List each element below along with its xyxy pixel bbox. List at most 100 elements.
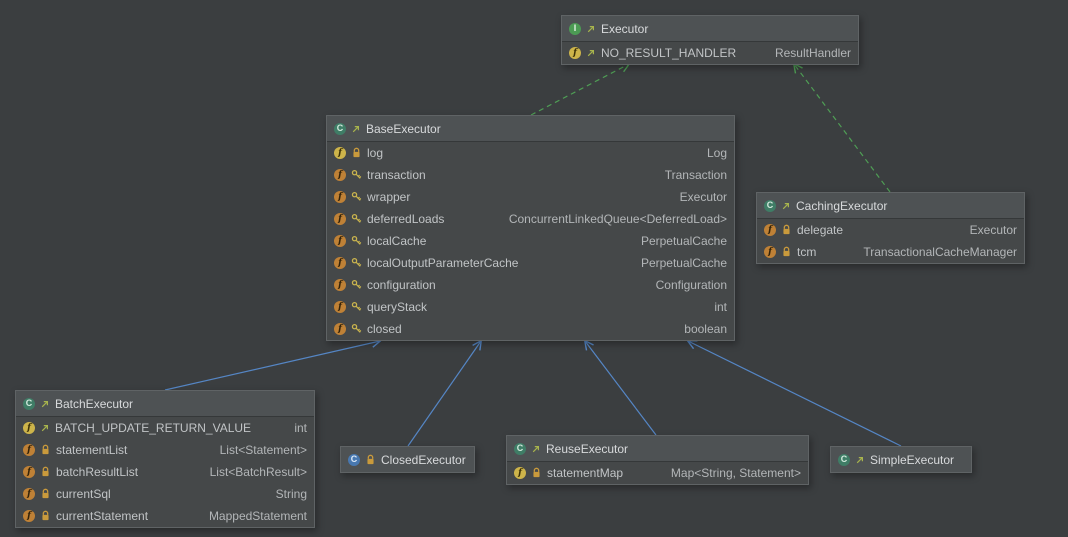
key-icon [351,213,362,225]
lock-icon [531,467,542,479]
field-name: delegate [797,223,844,237]
class-node-simpleexecutor[interactable]: C SimpleExecutor [830,446,972,473]
class-title: Executor [601,21,649,36]
static-field-icon: f [569,47,581,59]
lock-icon [365,454,376,466]
class-icon: C [23,397,35,410]
class-title: ReuseExecutor [546,441,629,456]
field-icon: f [23,488,35,500]
field-name: currentSql [56,487,111,501]
field-name: wrapper [367,190,411,204]
field-row[interactable]: f configuration Configuration [327,274,734,296]
field-row[interactable]: f deferredLoads ConcurrentLinkedQueue<De… [327,208,734,230]
class-node-closedexecutor[interactable]: C ClosedExecutor [340,446,475,473]
field-row[interactable]: f currentStatement MappedStatement [16,505,314,527]
field-icon: f [334,257,346,269]
field-type: MappedStatement [208,509,307,523]
field-icon: f [23,466,35,478]
field-type: TransactionalCacheManager [863,245,1017,259]
field-type: Transaction [664,168,727,182]
field-name: localOutputParameterCache [367,256,519,270]
marker-icon [531,444,541,454]
field-type: Executor [969,223,1017,237]
field-type: boolean [684,322,727,336]
node-header-reuseexecutor[interactable]: C ReuseExecutor [507,436,808,462]
field-name: log [367,146,384,160]
node-header-executor[interactable]: I Executor [562,16,858,42]
lock-icon [351,147,362,159]
field-icon: f [764,246,776,258]
class-node-batchexecutor[interactable]: C BatchExecutor f BATCH_UPDATE_RETURN_VA… [15,390,315,528]
field-icon: f [764,224,776,236]
edge-cachingexecutor-implements-executor[interactable] [794,64,891,193]
edge-simpleexecutor-extends-baseexecutor[interactable] [688,341,902,447]
node-header-batchexecutor[interactable]: C BatchExecutor [16,391,314,417]
field-name: BATCH_UPDATE_RETURN_VALUE [55,421,252,435]
marker-icon [781,201,791,211]
field-row[interactable]: f localCache PerpetualCache [327,230,734,252]
class-node-cachingexecutor[interactable]: C CachingExecutor f delegate Executor f … [756,192,1025,264]
field-row[interactable]: f batchResultList List<BatchResult> [16,461,314,483]
field-name: closed [367,322,402,336]
field-name: statementList [56,443,128,457]
field-icon: f [334,213,346,225]
class-node-baseexecutor[interactable]: C BaseExecutor f log Log f transaction T… [326,115,735,341]
field-name: transaction [367,168,426,182]
field-icon: f [334,235,346,247]
edge-reuseexecutor-extends-baseexecutor[interactable] [585,341,657,436]
field-row[interactable]: f wrapper Executor [327,186,734,208]
field-row[interactable]: f statementList List<Statement> [16,439,314,461]
field-icon: f [334,169,346,181]
class-icon: C [334,122,346,135]
lock-icon [781,224,792,236]
node-header-baseexecutor[interactable]: C BaseExecutor [327,116,734,142]
field-type: ResultHandler [774,46,851,60]
node-header-closedexecutor[interactable]: C ClosedExecutor [341,447,474,472]
field-type: PerpetualCache [640,256,727,270]
class-node-executor[interactable]: I Executor f NO_RESULT_HANDLER ResultHan… [561,15,859,65]
field-row[interactable]: f closed boolean [327,318,734,340]
field-row[interactable]: f NO_RESULT_HANDLER ResultHandler [562,42,858,64]
field-name: queryStack [367,300,428,314]
field-row[interactable]: f log Log [327,142,734,164]
node-header-simpleexecutor[interactable]: C SimpleExecutor [831,447,971,472]
class-icon: C [764,199,776,212]
field-row[interactable]: f tcm TransactionalCacheManager [757,241,1024,263]
field-row[interactable]: f queryStack int [327,296,734,318]
class-title: BatchExecutor [55,396,134,411]
key-icon [351,191,362,203]
key-icon [351,323,362,335]
lock-icon [781,246,792,258]
field-row[interactable]: f delegate Executor [757,219,1024,241]
lock-icon [40,510,51,522]
field-row[interactable]: f localOutputParameterCache PerpetualCac… [327,252,734,274]
field-row[interactable]: f BATCH_UPDATE_RETURN_VALUE int [16,417,314,439]
field-type: int [294,421,307,435]
field-type: List<BatchResult> [209,465,307,479]
edge-baseexecutor-implements-executor[interactable] [530,64,629,116]
field-name: batchResultList [56,465,139,479]
node-header-cachingexecutor[interactable]: C CachingExecutor [757,193,1024,219]
class-title: CachingExecutor [796,198,888,213]
field-icon: f [334,323,346,335]
field-type: ConcurrentLinkedQueue<DeferredLoad> [508,212,727,226]
field-row[interactable]: f currentSql String [16,483,314,505]
key-icon [351,257,362,269]
key-icon [351,301,362,313]
field-type: Map<String, Statement> [670,466,801,480]
marker-icon [855,455,865,465]
lock-icon [40,488,51,500]
class-node-reuseexecutor[interactable]: C ReuseExecutor f statementMap Map<Strin… [506,435,809,485]
field-row[interactable]: f statementMap Map<String, Statement> [507,462,808,484]
class-title: SimpleExecutor [870,452,955,467]
diagram-canvas[interactable]: I Executor f NO_RESULT_HANDLER ResultHan… [0,0,1068,537]
field-row[interactable]: f transaction Transaction [327,164,734,186]
field-name: currentStatement [56,509,149,523]
field-type: Log [706,146,727,160]
edge-closedexecutor-extends-baseexecutor[interactable] [407,341,481,447]
static-field-icon: f [334,147,346,159]
edge-batchexecutor-extends-baseexecutor[interactable] [164,341,380,391]
field-type: int [714,300,727,314]
field-type: Executor [679,190,727,204]
key-icon [351,169,362,181]
